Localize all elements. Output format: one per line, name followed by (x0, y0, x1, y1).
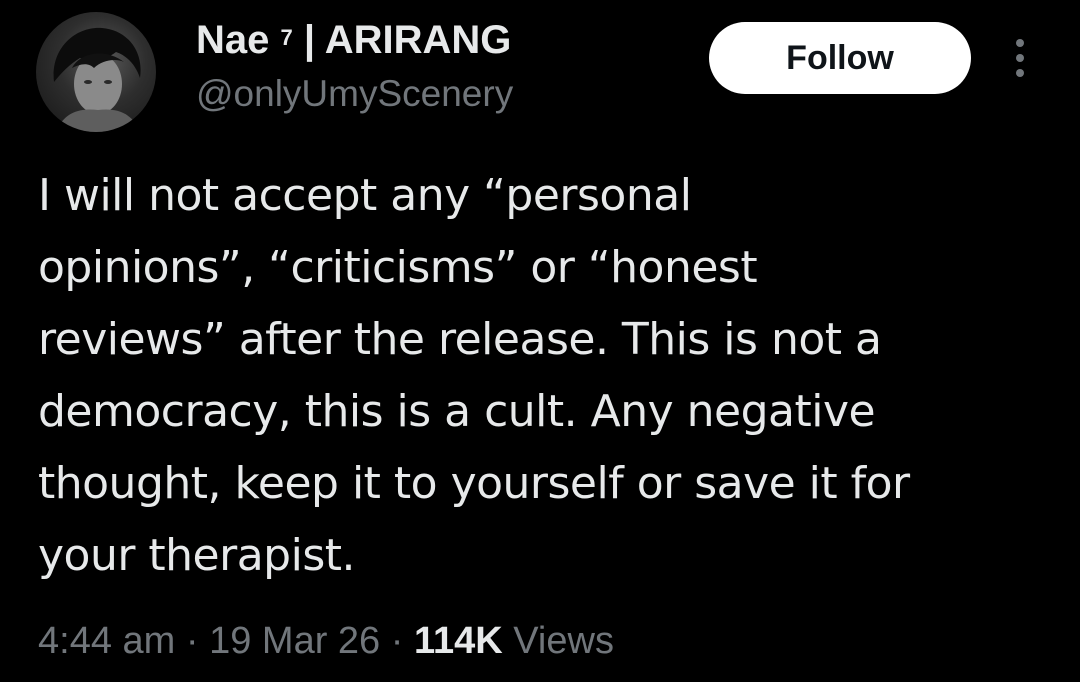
user-handle[interactable]: @onlyUmyScenery (196, 72, 513, 116)
more-vertical-icon[interactable] (1010, 38, 1030, 78)
display-name-text: Nae (196, 18, 270, 62)
tweet-meta: 4:44 am · 19 Mar 26 · 114K Views (38, 618, 614, 664)
display-name-superscript: 7 (280, 25, 293, 50)
tweet-time[interactable]: 4:44 am (38, 620, 175, 662)
display-name[interactable]: Nae 7 | ARIRANG (196, 16, 511, 64)
profile-photo-icon (53, 27, 141, 132)
tweet-date[interactable]: 19 Mar 26 (209, 620, 380, 662)
tweet: Nae 7 | ARIRANG @onlyUmyScenery Follow I… (0, 0, 1080, 682)
avatar[interactable] (36, 12, 156, 132)
meta-separator: · (380, 620, 414, 662)
views-count: 114K (413, 620, 503, 662)
views-label: Views (502, 620, 614, 662)
follow-button[interactable]: Follow (709, 22, 971, 94)
meta-separator: · (175, 620, 210, 662)
tweet-text: I will not accept any “personal opinions… (38, 170, 910, 581)
display-name-suffix: | ARIRANG (292, 18, 512, 62)
